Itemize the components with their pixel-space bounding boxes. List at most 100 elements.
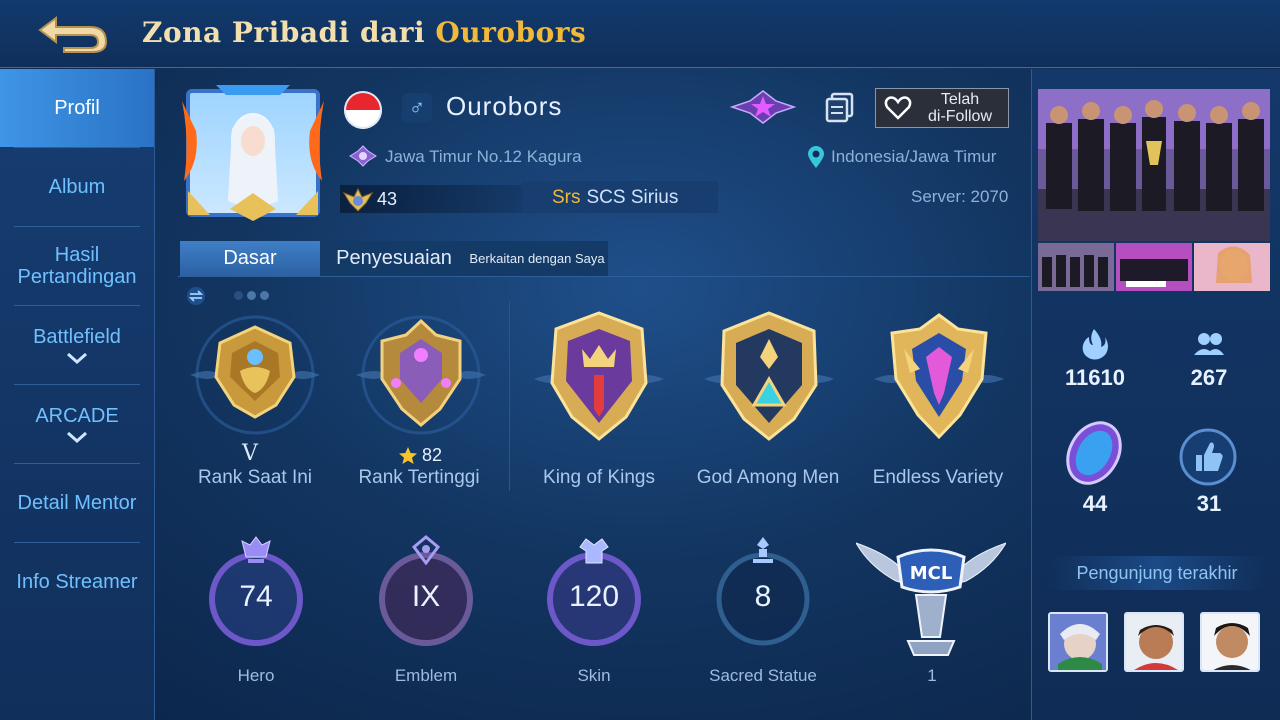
- highest-rank-stars: 82: [398, 445, 442, 466]
- visitor-avatar[interactable]: [1200, 612, 1260, 672]
- medal-label: Endless Variety: [872, 467, 1004, 488]
- tab-berkaitan-dengan-saya[interactable]: Berkaitan dengan Saya: [466, 241, 608, 276]
- current-rank-medal-icon[interactable]: [190, 313, 320, 453]
- title-player-name: Ourobors: [435, 16, 587, 49]
- sidebar-item-info-streamer[interactable]: Info Streamer: [0, 543, 154, 621]
- svg-text:MCL: MCL: [910, 563, 953, 584]
- medal-label: Rank Saat Ini: [197, 467, 313, 488]
- sidebar-item-label: Hasil Pertandingan: [17, 244, 137, 288]
- charm-gem-icon[interactable]: [1060, 417, 1128, 489]
- visitor-avatar[interactable]: [1124, 612, 1184, 672]
- squad-full-name: SCS Sirius: [586, 187, 679, 208]
- medal-label: King of Kings: [543, 467, 655, 488]
- swap-icon[interactable]: [186, 287, 206, 305]
- server-id: Server: 2070: [911, 187, 1009, 206]
- follow-button[interactable]: Telah di-Follow: [875, 88, 1009, 128]
- chevron-down-icon: [67, 431, 87, 443]
- friends-count: 267: [1190, 365, 1228, 390]
- sidebar: Profil Album Hasil Pertandingan Battlefi…: [0, 69, 155, 720]
- title-prefix: Zona Pribadi dari: [142, 16, 436, 49]
- tab-label: Dasar: [223, 247, 277, 269]
- mcl-trophy-icon[interactable]: MCL: [856, 537, 1006, 663]
- right-panel: 11610 267 44 31 Pengunjung terakhir: [1031, 69, 1280, 720]
- emblem-level: IX: [411, 580, 441, 613]
- friends-icon[interactable]: [1192, 327, 1226, 361]
- sidebar-item-profil[interactable]: Profil: [0, 69, 154, 147]
- avatar: [1126, 614, 1182, 670]
- gender-male-icon: ♂: [402, 93, 432, 123]
- divider: [509, 301, 510, 491]
- star-badge-icon[interactable]: [730, 89, 796, 125]
- like-thumbs-up-icon[interactable]: [1178, 427, 1238, 487]
- star-icon: [399, 446, 417, 464]
- medal-label: God Among Men: [696, 467, 840, 488]
- location-pin-icon: [808, 146, 824, 168]
- mcl-trophy-count: 1: [927, 666, 937, 685]
- player-location: Indonesia/Jawa Timur: [831, 147, 997, 166]
- album-icon[interactable]: [824, 91, 856, 123]
- stat-label: Skin: [577, 666, 611, 685]
- country-flag-icon: [344, 91, 382, 129]
- king-of-kings-medal-icon[interactable]: [534, 309, 664, 449]
- stat-label: Hero: [237, 666, 275, 685]
- sidebar-item-label: Detail Mentor: [17, 492, 137, 514]
- tab-label: Penyesuaian: [336, 247, 452, 269]
- featured-team-photo[interactable]: [1038, 89, 1270, 241]
- recent-visitors-title: Pengunjung terakhir: [1048, 556, 1266, 590]
- page-indicator: [234, 291, 269, 300]
- sidebar-item-label: Info Streamer: [16, 571, 138, 593]
- visitor-avatar[interactable]: [1048, 612, 1108, 672]
- tab-label: Berkaitan dengan Saya: [469, 251, 605, 266]
- album-thumbnail[interactable]: [1194, 243, 1270, 291]
- squad-name[interactable]: Srs SCS Sirius: [552, 187, 678, 209]
- god-among-men-medal-icon[interactable]: [704, 309, 834, 449]
- page-dot: [234, 291, 243, 300]
- stat-label: Sacred Statue: [709, 666, 817, 685]
- sidebar-item-label: Album: [48, 176, 106, 198]
- endless-variety-medal-icon[interactable]: [874, 309, 1004, 449]
- profile-main-panel: ♂ Ourobors Telah di-Follow Jawa Timur No…: [156, 69, 1030, 720]
- page-title: Zona Pribadi dari Ourobors: [142, 16, 586, 49]
- statue-icon: [753, 537, 773, 563]
- player-level: 43: [377, 189, 398, 209]
- emblem-icon: [411, 535, 441, 565]
- player-avatar[interactable]: [180, 81, 326, 223]
- sidebar-item-detail-mentor[interactable]: Detail Mentor: [0, 464, 154, 542]
- squad-tag: Srs: [552, 187, 581, 208]
- page-dot: [260, 291, 269, 300]
- back-arrow-icon[interactable]: [34, 12, 110, 54]
- sidebar-item-label: ARCADE: [35, 405, 119, 427]
- player-name: Ourobors: [446, 91, 563, 121]
- medal-label: Rank Tertinggi: [358, 467, 480, 488]
- sidebar-item-battlefield[interactable]: Battlefield: [0, 306, 154, 384]
- likes-count: 31: [1196, 491, 1222, 516]
- sidebar-item-label: Battlefield: [33, 326, 121, 348]
- highest-rank-medal-icon[interactable]: [356, 313, 486, 453]
- tab-penyesuaian[interactable]: Penyesuaian: [322, 241, 466, 276]
- page-dot: [247, 291, 256, 300]
- sidebar-item-label: Profil: [54, 97, 100, 119]
- tab-dasar[interactable]: Dasar: [180, 241, 320, 276]
- sidebar-item-hasil-pertandingan[interactable]: Hasil Pertandingan: [0, 227, 154, 305]
- tabs-underline: [178, 276, 1030, 277]
- level-wings-icon: [342, 187, 374, 212]
- popularity-value: 11610: [1065, 365, 1125, 390]
- stat-label: Emblem: [394, 666, 458, 685]
- current-rank-tier: V: [242, 441, 258, 466]
- regional-rank-title: Jawa Timur No.12 Kagura: [385, 147, 582, 166]
- sidebar-item-album[interactable]: Album: [0, 148, 154, 226]
- sidebar-item-arcade[interactable]: ARCADE: [0, 385, 154, 463]
- avatar: [1050, 614, 1106, 670]
- chevron-down-icon: [67, 352, 87, 364]
- charm-value: 44: [1082, 491, 1108, 516]
- album-thumbnail[interactable]: [1116, 243, 1192, 291]
- hero-count: 74: [239, 580, 273, 613]
- follow-button-label: Telah di-Follow: [927, 91, 992, 125]
- sacred-statue-count: 8: [754, 580, 772, 613]
- hero-icon: [241, 536, 271, 563]
- skin-count: 120: [568, 580, 620, 613]
- skin-icon: [579, 538, 609, 564]
- header-bar: Zona Pribadi dari Ourobors: [0, 0, 1280, 68]
- album-thumbnail[interactable]: [1038, 243, 1114, 291]
- highest-rank-star-count: 82: [422, 445, 443, 465]
